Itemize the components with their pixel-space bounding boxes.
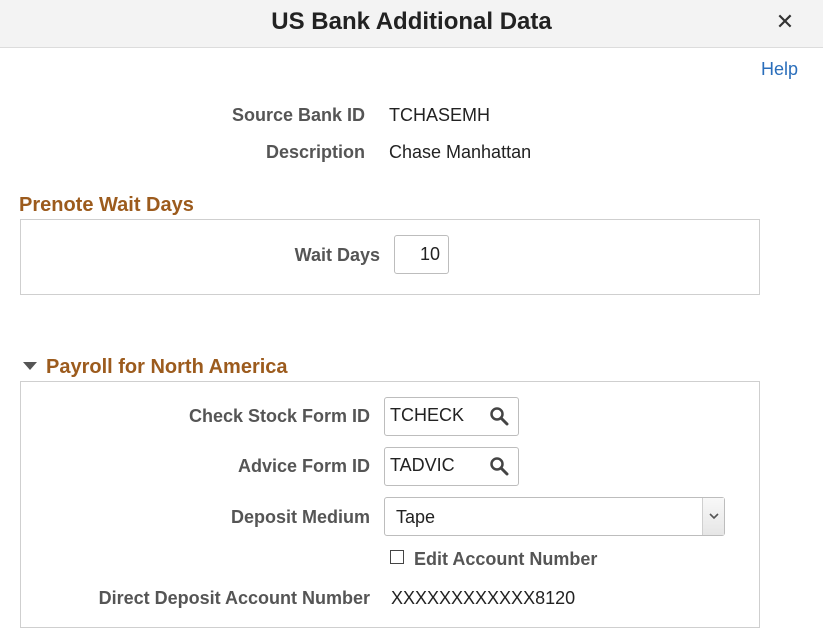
check-stock-form-id-field[interactable]: TCHECK (384, 397, 519, 436)
direct-deposit-account-label: Direct Deposit Account Number (98, 588, 370, 608)
dropdown-button[interactable] (702, 498, 724, 535)
description-value: Chase Manhattan (389, 142, 532, 162)
chevron-down-icon (709, 513, 719, 520)
prenote-group-box (20, 219, 760, 295)
help-link[interactable]: Help (761, 59, 798, 80)
description-label: Description (265, 142, 365, 162)
direct-deposit-account-value: XXXXXXXXXXXX8120 (391, 588, 576, 608)
close-icon: ✕ (775, 9, 795, 34)
wait-days-input[interactable] (394, 235, 449, 274)
close-button[interactable]: ✕ (773, 10, 797, 34)
advice-form-id-field[interactable]: TADVIC (384, 447, 519, 486)
search-icon[interactable] (489, 456, 509, 476)
check-stock-form-id-label: Check Stock Form ID (188, 406, 370, 426)
search-icon[interactable] (489, 406, 509, 426)
deposit-medium-select[interactable]: Tape (384, 497, 725, 536)
edit-account-number-checkbox[interactable] (390, 550, 404, 564)
dialog-titlebar: US Bank Additional Data ✕ (0, 0, 823, 48)
check-stock-form-id-value: TCHECK (390, 405, 465, 425)
deposit-medium-value: Tape (396, 507, 436, 527)
payroll-section-title[interactable]: Payroll for North America (46, 356, 288, 379)
advice-form-id-value: TADVIC (390, 455, 455, 475)
collapse-toggle-icon[interactable] (23, 362, 37, 370)
edit-account-number-label[interactable]: Edit Account Number (414, 549, 597, 570)
deposit-medium-label: Deposit Medium (230, 507, 370, 527)
advice-form-id-label: Advice Form ID (237, 456, 370, 476)
prenote-section-title: Prenote Wait Days (19, 194, 194, 216)
source-bank-id-value: TCHASEMH (389, 105, 491, 125)
source-bank-id-label: Source Bank ID (231, 105, 365, 125)
dialog-title: US Bank Additional Data (271, 8, 552, 35)
wait-days-label: Wait Days (294, 245, 380, 265)
